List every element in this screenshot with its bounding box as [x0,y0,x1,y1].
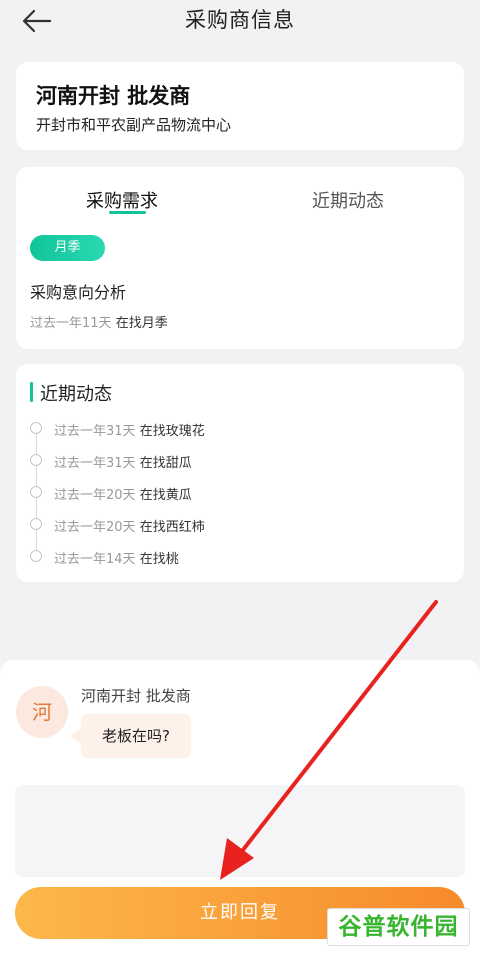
buyer-name: 河南开封 批发商 [36,84,191,108]
watermark-logo: 谷普软件园 [327,908,470,946]
bubble-tail [70,728,81,744]
active-tab-indicator [109,211,146,214]
timeline-dot-icon [30,550,42,562]
intent-detail: 过去一年11天 在找月季 [30,312,168,331]
recent-activity-card: 近期动态 过去一年31天 在找玫瑰花 过去一年31天 在找甜瓜 过去一年20天 … [16,364,464,582]
timeline-text: 在找西红柿 [139,520,205,535]
sender-name: 河南开封 批发商 [81,687,191,705]
timeline-time: 过去一年14天 [54,552,136,567]
timeline-dot-icon [30,422,42,434]
intent-analysis-title: 采购意向分析 [30,283,127,302]
buyer-address: 开封市和平农副产品物流中心 [36,116,232,134]
timeline-dot-icon [30,454,42,466]
timeline-dot-icon [30,486,42,498]
page-title: 采购商信息 [185,8,295,32]
timeline-time: 过去一年20天 [54,488,136,503]
timeline-text: 在找甜瓜 [139,456,192,471]
message-bubble: 老板在吗? [81,714,191,758]
tab-recent-activity[interactable]: 近期动态 [312,187,384,213]
reply-input[interactable] [15,785,465,877]
product-tag[interactable]: 月季 [30,235,105,261]
intent-text: 在找月季 [115,316,168,331]
intent-time: 过去一年11天 [30,316,112,331]
timeline-text: 在找桃 [139,552,179,567]
section-accent-bar [30,382,33,402]
timeline-time: 过去一年31天 [54,424,136,439]
tab-purchase-demand[interactable]: 采购需求 [86,187,158,213]
recent-activity-title: 近期动态 [40,384,112,405]
timeline-time: 过去一年20天 [54,520,136,535]
timeline-text: 在找黄瓜 [139,488,192,503]
demand-card: 采购需求 近期动态 月季 采购意向分析 过去一年11天 在找月季 [16,167,464,349]
avatar: 河 [16,686,68,738]
timeline-text: 在找玫瑰花 [139,424,205,439]
top-bar: 采购商信息 [0,0,480,46]
timeline-dot-icon [30,518,42,530]
buyer-card: 河南开封 批发商 开封市和平农副产品物流中心 [16,62,464,150]
timeline-time: 过去一年31天 [54,456,136,471]
